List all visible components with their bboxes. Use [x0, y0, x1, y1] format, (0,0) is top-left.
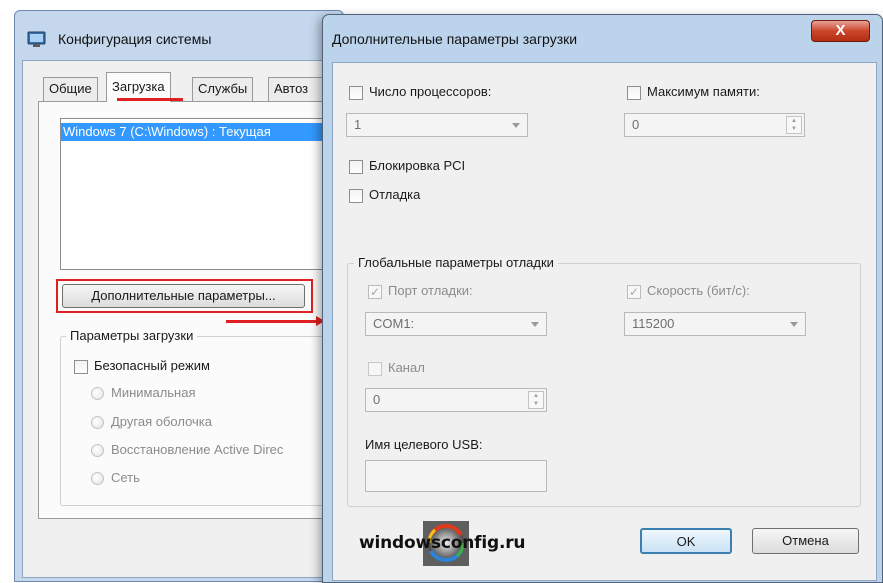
radio-minimal-label: Минимальная	[111, 385, 196, 400]
channel-spinner[interactable]: 0 ▲ ▼	[365, 388, 547, 412]
radio-alternate-shell[interactable]	[91, 416, 104, 429]
debug-port-combo[interactable]: COM1:	[365, 312, 547, 336]
radio-ad-repair[interactable]	[91, 444, 104, 457]
pci-lock-label: Блокировка PCI	[369, 158, 466, 173]
chevron-down-icon	[531, 322, 539, 327]
logo-text: windowsconfig.ru	[359, 533, 526, 553]
num-processors-label: Число процессоров:	[369, 84, 492, 99]
tab-startup[interactable]: Автоз	[268, 77, 324, 101]
system-config-app-icon	[27, 30, 47, 48]
spin-down-icon[interactable]: ▼	[529, 400, 543, 408]
debug-port-label: Порт отладки:	[388, 283, 473, 298]
channel-label: Канал	[388, 360, 425, 375]
channel-checkbox[interactable]	[368, 362, 382, 376]
max-memory-label: Максимум памяти:	[647, 84, 760, 99]
baud-rate-checkbox[interactable]: ✓	[627, 285, 641, 299]
boot-options-title: Параметры загрузки	[66, 328, 198, 343]
ok-button[interactable]: OK	[640, 528, 732, 554]
tab-services[interactable]: Службы	[192, 77, 254, 101]
max-memory-spinner[interactable]: 0 ▲ ▼	[624, 113, 805, 137]
chevron-down-icon	[512, 123, 520, 128]
global-debug-title: Глобальные параметры отладки	[354, 255, 558, 270]
radio-network-label: Сеть	[111, 470, 140, 485]
windowsconfig-logo: windowsconfig.ru	[359, 521, 539, 566]
safe-mode-label: Безопасный режим	[94, 358, 210, 373]
max-memory-spin-buttons[interactable]: ▲ ▼	[786, 116, 802, 134]
os-list-item[interactable]: Windows 7 (C:\Windows) : Текущая	[61, 123, 327, 141]
debug-port-checkbox[interactable]: ✓	[368, 285, 382, 299]
os-list[interactable]: Windows 7 (C:\Windows) : Текущая	[60, 118, 328, 270]
num-processors-value: 1	[354, 117, 362, 132]
num-processors-combo[interactable]: 1	[346, 113, 528, 137]
baud-rate-combo[interactable]: 115200	[624, 312, 806, 336]
spin-up-icon[interactable]: ▲	[787, 117, 801, 125]
channel-spin-buttons[interactable]: ▲ ▼	[528, 391, 544, 409]
chevron-down-icon	[790, 322, 798, 327]
advanced-options-button[interactable]: Дополнительные параметры...	[62, 284, 305, 308]
max-memory-value: 0	[632, 117, 640, 132]
debug-label: Отладка	[369, 187, 421, 202]
channel-value: 0	[373, 392, 381, 407]
num-processors-checkbox[interactable]	[349, 86, 363, 100]
pci-lock-checkbox[interactable]	[349, 160, 363, 174]
max-memory-checkbox[interactable]	[627, 86, 641, 100]
red-arrow-line	[226, 320, 318, 323]
baud-rate-value: 115200	[632, 316, 675, 331]
baud-rate-label: Скорость (бит/с):	[647, 283, 750, 298]
radio-minimal[interactable]	[91, 387, 104, 400]
usb-target-input[interactable]	[365, 460, 547, 492]
close-icon: X	[835, 22, 846, 39]
system-config-title: Конфигурация системы	[58, 31, 212, 47]
cancel-button[interactable]: Отмена	[752, 528, 859, 554]
usb-target-label: Имя целевого USB:	[365, 437, 483, 452]
spin-up-icon[interactable]: ▲	[529, 392, 543, 400]
spin-down-icon[interactable]: ▼	[787, 125, 801, 133]
safe-mode-checkbox[interactable]	[74, 360, 88, 374]
close-button[interactable]: X	[811, 20, 870, 42]
debug-checkbox[interactable]	[349, 189, 363, 203]
radio-network[interactable]	[91, 472, 104, 485]
debug-port-value: COM1:	[373, 316, 415, 331]
dialog-title: Дополнительные параметры загрузки	[332, 31, 578, 47]
active-tab-red-underline	[117, 98, 183, 101]
tab-general[interactable]: Общие	[43, 77, 98, 101]
radio-alternate-shell-label: Другая оболочка	[111, 414, 212, 429]
radio-ad-repair-label: Восстановление Active Direc	[111, 442, 284, 457]
